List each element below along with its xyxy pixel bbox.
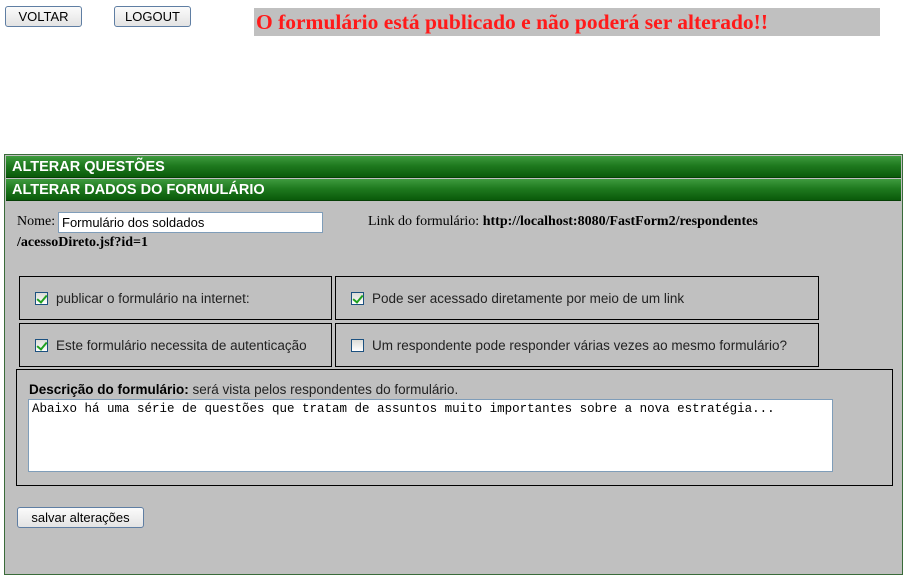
autenticacao-label: Este formulário necessita de autenticaçã…	[56, 337, 307, 353]
acesso-direto-checkbox[interactable]	[351, 291, 364, 305]
form-edit-panel: ALTERAR QUESTÕES ALTERAR DADOS DO FORMUL…	[4, 154, 903, 575]
descricao-textarea[interactable]: Abaixo há uma série de questões que trat…	[28, 399, 833, 472]
link-label-text: Link do formulário:	[368, 214, 480, 229]
nome-label: Nome:	[17, 214, 56, 229]
logout-button[interactable]: LOGOUT	[114, 6, 191, 27]
nome-input[interactable]	[58, 212, 323, 233]
descricao-label-bold: Descrição do formulário:	[29, 382, 189, 397]
autenticacao-checkbox[interactable]	[35, 338, 48, 352]
form-link-url-continuation: /acessoDireto.jsf?id=1	[17, 235, 148, 250]
option-varias-respostas: Um respondente pode responder várias vez…	[335, 323, 819, 367]
section-header-alterar-questoes[interactable]: ALTERAR QUESTÕES	[6, 156, 901, 178]
published-warning-message: O formulário está publicado e não poderá…	[254, 8, 880, 36]
varias-respostas-checkbox[interactable]	[351, 338, 364, 352]
option-autenticacao: Este formulário necessita de autenticaçã…	[19, 323, 332, 367]
varias-respostas-label: Um respondente pode responder várias vez…	[372, 337, 787, 353]
acesso-direto-label: Pode ser acessado diretamente por meio d…	[372, 290, 685, 306]
descricao-label-hint: será vista pelos respondentes do formulá…	[188, 382, 459, 397]
voltar-button[interactable]: VOLTAR	[5, 6, 82, 27]
option-publicar-internet: publicar o formulário na internet:	[19, 276, 332, 320]
form-link-url: http://localhost:8080/FastForm2/responde…	[482, 214, 758, 229]
publicar-label: publicar o formulário na internet:	[56, 290, 250, 306]
descricao-section: Descrição do formulário: será vista pelo…	[16, 369, 893, 486]
section-header-alterar-dados[interactable]: ALTERAR DADOS DO FORMULÁRIO	[6, 179, 901, 201]
salvar-alteracoes-button[interactable]: salvar alterações	[17, 507, 144, 528]
publicar-checkbox[interactable]	[35, 291, 48, 305]
descricao-label: Descrição do formulário: será vista pelo…	[29, 382, 458, 397]
option-acesso-direto: Pode ser acessado diretamente por meio d…	[335, 276, 819, 320]
link-label: Link do formulário: http://localhost:808…	[368, 214, 758, 230]
